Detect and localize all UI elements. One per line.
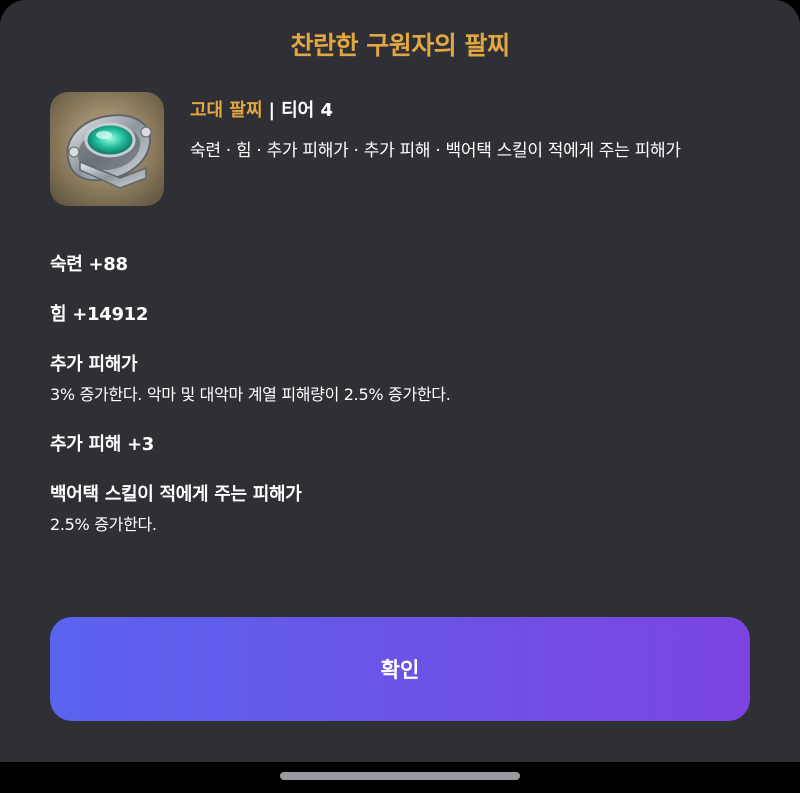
- item-meta: 고대 팔찌 | 티어 4 숙련 · 힘 · 추가 피해가 · 추가 피해 · 백어택…: [190, 96, 750, 166]
- stat-list: 숙련 +88 힘 +14912 추가 피해가 3% 증가한다. 악마 및 대악마…: [50, 252, 750, 562]
- stat-item: 추가 피해가 3% 증가한다. 악마 및 대악마 계열 피해량이 2.5% 증가…: [50, 352, 750, 408]
- stat-description: 3% 증가한다. 악마 및 대악마 계열 피해량이 2.5% 증가한다.: [50, 385, 451, 404]
- stat-title: 추가 피해가: [50, 354, 138, 375]
- stat-title: 숙련 +88: [50, 254, 128, 275]
- stat-description: 2.5% 증가한다.: [50, 515, 157, 534]
- stat-title: 추가 피해 +3: [50, 434, 154, 455]
- stat-item: 힘 +14912: [50, 302, 750, 328]
- meta-separator: |: [268, 100, 276, 121]
- item-tags: 숙련 · 힘 · 추가 피해가 · 추가 피해 · 백어택 스킬이 적에게 주는…: [190, 141, 681, 161]
- bracelet-icon: [50, 92, 164, 206]
- stat-title: 힘 +14912: [50, 304, 149, 325]
- stat-item: 추가 피해 +3: [50, 432, 750, 458]
- item-grade: 고대 팔찌: [190, 100, 263, 121]
- confirm-button[interactable]: 확인: [50, 617, 750, 721]
- stat-item: 숙련 +88: [50, 252, 750, 278]
- item-detail-sheet: 찬란한 구원자의 팔찌 고대 팔찌 | 티어 4 숙련 · 힘 · 추가 피해가…: [0, 0, 800, 762]
- stat-item: 백어택 스킬이 적에게 주는 피해가 2.5% 증가한다.: [50, 482, 750, 538]
- stat-title: 백어택 스킬이 적에게 주는 피해가: [50, 484, 302, 505]
- dialog-title: 찬란한 구원자의 팔찌: [290, 31, 510, 60]
- item-grade-tier: 고대 팔찌 | 티어 4: [190, 96, 750, 122]
- home-indicator[interactable]: [280, 772, 520, 780]
- item-tier: 티어 4: [281, 100, 334, 121]
- item-header: 고대 팔찌 | 티어 4 숙련 · 힘 · 추가 피해가 · 추가 피해 · 백어택…: [50, 92, 750, 212]
